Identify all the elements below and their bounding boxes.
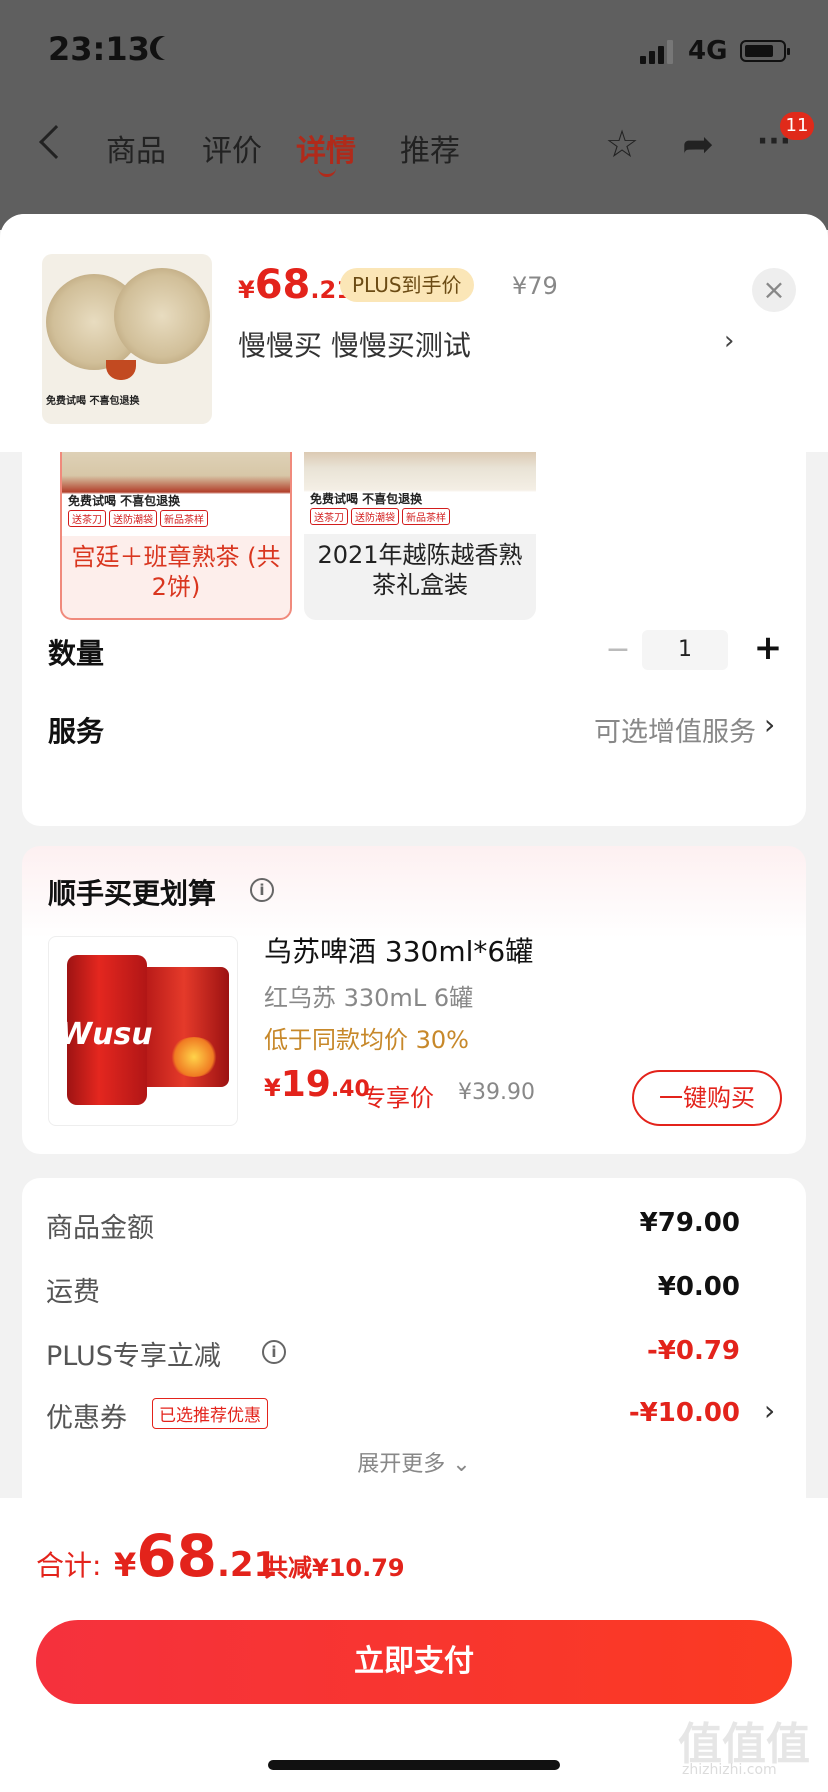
signal-icon [640, 40, 676, 64]
variant-thumb-tags: 送茶刀 送防潮袋 新品茶样 [310, 508, 450, 525]
pay-now-button[interactable]: 立即支付 [36, 1620, 792, 1704]
chevron-right-icon[interactable]: › [764, 708, 775, 741]
quantity-increase-button[interactable]: + [748, 628, 788, 668]
status-time: 23:13 [48, 30, 150, 68]
service-label: 服务 [48, 715, 105, 748]
deal-price-int: 19 [280, 1064, 331, 1105]
product-header: 免费试喝 不喜包退换 ¥68.21 PLUS到手价 ¥79 × 慢慢买 慢慢买测… [0, 214, 828, 452]
deal-discount-note: 低于同款均价 30% [264, 1026, 469, 1054]
header-price: ¥68.21 [238, 262, 353, 308]
info-icon[interactable]: i [262, 1340, 286, 1364]
summary-label: 运费 [46, 1277, 100, 1308]
coupon-tag: 已选推荐优惠 [152, 1398, 268, 1429]
tea-cup-graphic [106, 360, 136, 380]
deal-exclusive-label: 专享价 [362, 1084, 434, 1112]
variant-option-selected[interactable]: 免费试喝 不喜包退换 送茶刀 送防潮袋 新品茶样 宫廷＋班章熟茶 (共2饼) [60, 424, 292, 620]
total-currency: ¥ [114, 1546, 137, 1584]
message-count-badge: 11 [780, 112, 814, 140]
tab-recommend[interactable]: 推荐 [400, 126, 460, 170]
variant-thumb-strip: 免费试喝 不喜包退换 [68, 494, 181, 508]
info-icon[interactable]: i [250, 878, 274, 902]
chevron-right-icon[interactable]: › [724, 326, 734, 356]
summary-value: -¥0.79 [646, 1336, 740, 1366]
back-icon[interactable] [39, 125, 73, 159]
tab-product[interactable]: 商品 [106, 126, 166, 170]
summary-value: ¥79.00 [639, 1208, 740, 1238]
deal-title: 顺手买更划算 [48, 877, 217, 910]
close-button[interactable]: × [752, 268, 796, 312]
deal-original-price: ¥39.90 [458, 1080, 535, 1105]
expand-more-link[interactable]: 展开更多 ⌄ [22, 1446, 806, 1478]
selected-spec[interactable]: 慢慢买 慢慢买测试 [238, 324, 471, 364]
summary-label: 优惠券 [46, 1403, 127, 1434]
checkout-bar: 合计: ¥68.21 共减¥10.79 立即支付 值值值 zhizhizhi.c… [0, 1498, 828, 1792]
total-label: 合计: [36, 1549, 102, 1582]
favorite-star-icon[interactable]: ☆ [600, 122, 644, 166]
thumb-tag: 送防潮袋 [109, 510, 157, 527]
header-price-int: 68 [254, 262, 311, 308]
total-int: 68 [136, 1522, 217, 1590]
status-bar: 23:13 4G [0, 0, 828, 100]
total-savings: 共减¥10.79 [264, 1554, 405, 1582]
moon-icon [156, 36, 180, 60]
summary-label: PLUS专享立减 [46, 1341, 221, 1372]
product-thumbnail[interactable]: 免费试喝 不喜包退换 [42, 254, 212, 424]
variant-label: 2021年越陈越香熟茶礼盒装 [317, 541, 523, 599]
chevron-right-icon[interactable]: › [764, 1394, 775, 1427]
deal-price: ¥19.40 [264, 1064, 370, 1105]
battery-icon [740, 40, 790, 62]
variant-thumb-tags: 送茶刀 送防潮袋 新品茶样 [68, 510, 208, 527]
one-click-buy-button[interactable]: 一键购买 [632, 1070, 782, 1126]
home-indicator [268, 1760, 560, 1770]
deal-product-name[interactable]: 乌苏啤酒 330ml*6罐 [264, 930, 533, 970]
addon-deal-card: 顺手买更划算 i Wusu 乌苏啤酒 330ml*6罐 红乌苏 330mL 6罐… [22, 846, 806, 1154]
quantity-input[interactable]: 1 [642, 630, 728, 670]
thumb-tag: 新品茶样 [402, 508, 450, 525]
quantity-decrease-button[interactable]: − [600, 632, 636, 668]
share-icon[interactable]: ➦ [676, 122, 720, 166]
network-label: 4G [688, 36, 728, 66]
thumb-tag: 送茶刀 [310, 508, 348, 525]
thumb-tag: 新品茶样 [160, 510, 208, 527]
summary-label: 商品金额 [46, 1213, 154, 1244]
variant-option[interactable]: 免费试喝 不喜包退换 送茶刀 送防潮袋 新品茶样 2021年越陈越香熟茶礼盒装 [304, 424, 536, 620]
watermark-url: zhizhizhi.com [682, 1762, 777, 1778]
product-top-nav: 商品 评价 详情 推荐 ☆ ➦ ··· 11 [0, 110, 828, 180]
beer-product-image[interactable]: Wusu [48, 936, 238, 1126]
header-price-currency: ¥ [238, 276, 255, 304]
tea-cake-graphic [114, 268, 210, 364]
summary-value[interactable]: -¥10.00 [629, 1398, 740, 1428]
flame-graphic [169, 1037, 219, 1077]
plus-price-tag: PLUS到手价 [340, 268, 474, 302]
service-value[interactable]: 可选增值服务 [594, 710, 756, 749]
thumb-tag: 送防潮袋 [351, 508, 399, 525]
variant-label: 宫廷＋班章熟茶 (共2饼) [71, 543, 281, 601]
summary-value: ¥0.00 [657, 1272, 740, 1302]
active-tab-indicator [318, 168, 336, 177]
deal-price-currency: ¥ [264, 1074, 281, 1102]
tab-details[interactable]: 详情 [296, 126, 356, 170]
beer-logo: Wusu [59, 1017, 153, 1052]
variant-thumb-strip: 免费试喝 不喜包退换 [310, 492, 423, 506]
tab-reviews[interactable]: 评价 [202, 126, 262, 170]
quantity-label: 数量 [48, 637, 105, 670]
header-original-price: ¥79 [512, 272, 558, 300]
thumb-tag: 送茶刀 [68, 510, 106, 527]
spec-card: 免费试喝 不喜包退换 送茶刀 送防潮袋 新品茶样 宫廷＋班章熟茶 (共2饼) 免… [22, 414, 806, 826]
thumb-caption: 免费试喝 不喜包退换 [46, 396, 140, 407]
deal-product-spec: 红乌苏 330mL 6罐 [264, 984, 474, 1012]
total-price: ¥68.21 [114, 1522, 277, 1590]
